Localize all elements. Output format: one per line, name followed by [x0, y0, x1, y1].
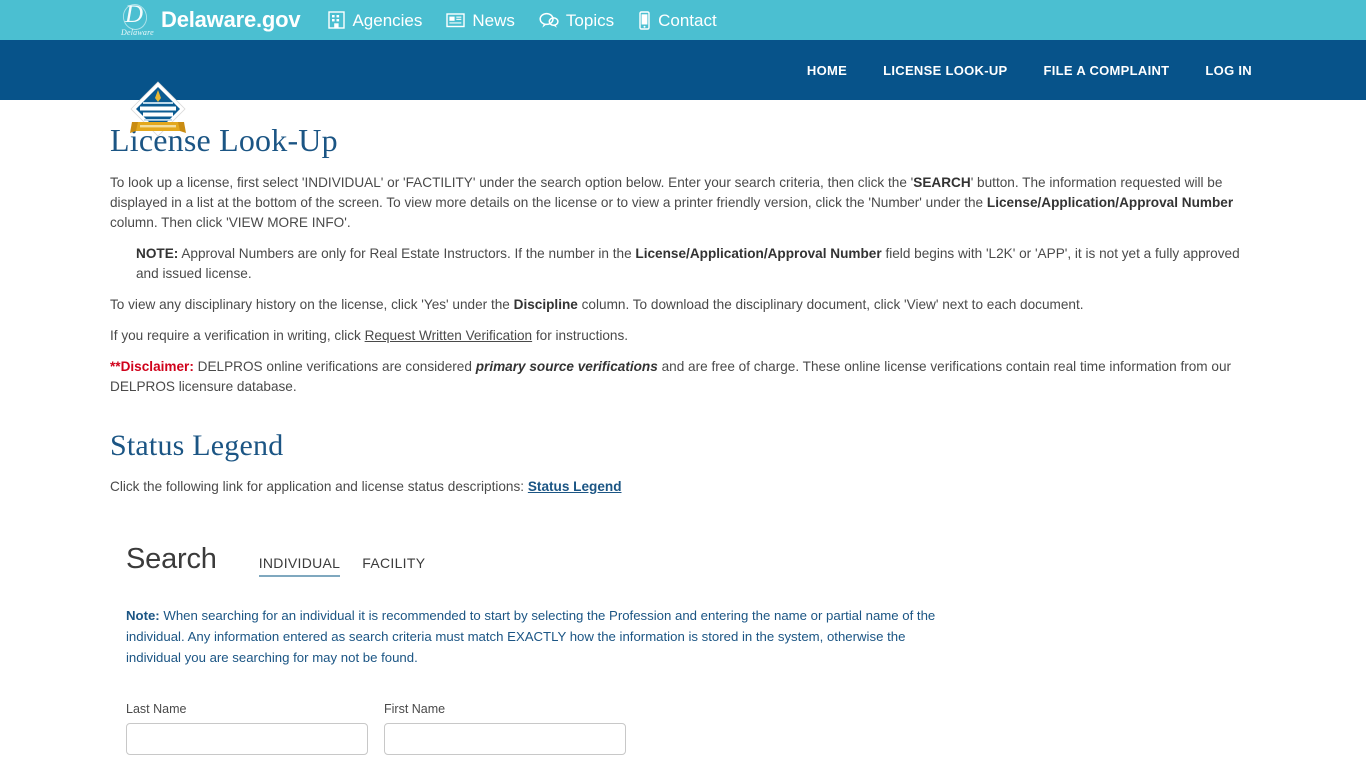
nav-item-log-in[interactable]: LOG IN [1205, 63, 1252, 78]
status-legend-paragraph: Click the following link for application… [110, 477, 1256, 497]
first-name-input[interactable] [384, 723, 626, 755]
page-title: License Look-Up [110, 122, 338, 158]
search-header: Search INDIVIDUAL FACILITY [126, 543, 1256, 577]
delaware-gov-topbar: D Delaware Delaware.gov Agencies News To… [0, 0, 1366, 40]
last-name-input[interactable] [126, 723, 368, 755]
newspaper-icon [446, 12, 466, 28]
search-heading: Search [126, 543, 217, 575]
delaware-gov-brand-link[interactable]: D Delaware Delaware.gov [120, 1, 301, 37]
topbar-link-agencies[interactable]: Agencies [328, 11, 422, 29]
topbar-link-topics-label: Topics [565, 10, 615, 30]
note-label: NOTE: [136, 246, 179, 261]
topbar-link-contact-label: Contact [658, 10, 717, 30]
note-paragraph: NOTE: Approval Numbers are only for Real… [136, 244, 1256, 284]
status-legend-title: Status Legend [110, 429, 284, 462]
verification-text-part1: If you require a verification in writing… [110, 328, 365, 343]
last-name-field-group: Last Name [126, 702, 368, 768]
topbar-link-news-label: News [472, 10, 515, 30]
status-legend-text: Click the following link for application… [110, 479, 528, 494]
request-written-verification-link[interactable]: Request Written Verification [365, 328, 533, 343]
disclaimer-italic-primary-source: primary source verifications [475, 359, 658, 374]
first-name-field-group: First Name [384, 702, 626, 768]
agency-nav-links: HOME LICENSE LOOK-UP FILE A COMPLAINT LO… [807, 63, 1366, 78]
intro-text-part3: column. Then click 'VIEW MORE INFO'. [110, 215, 351, 230]
intro-bold-search: SEARCH [913, 175, 971, 190]
note-text-part1: Approval Numbers are only for Real Estat… [178, 246, 636, 261]
tab-individual[interactable]: INDIVIDUAL [258, 555, 341, 577]
nav-item-file-a-complaint[interactable]: FILE A COMPLAINT [1044, 63, 1170, 78]
verification-text-part2: for instructions. [532, 328, 629, 343]
form-column-gap [368, 702, 384, 768]
division-of-professional-regulation-logo[interactable] [128, 81, 188, 138]
building-icon [328, 11, 346, 29]
discipline-text-part2: column. To download the disciplinary doc… [577, 297, 1084, 312]
discipline-bold-column: Discipline [513, 297, 578, 312]
disclaimer-paragraph: **Disclaimer: DELPROS online verificatio… [110, 357, 1256, 397]
verification-paragraph: If you require a verification in writing… [110, 326, 1256, 346]
topbar-link-contact[interactable]: Contact [638, 10, 717, 30]
tab-facility[interactable]: FACILITY [362, 555, 425, 575]
topbar-link-topics[interactable]: Topics [539, 12, 614, 29]
status-legend-link[interactable]: Status Legend [528, 479, 622, 494]
search-type-tabs: INDIVIDUAL FACILITY [258, 555, 448, 577]
agency-navbar: HOME LICENSE LOOK-UP FILE A COMPLAINT LO… [0, 40, 1366, 137]
topbar-link-news[interactable]: News [446, 12, 515, 29]
delaware-state-seal-icon: D Delaware [120, 1, 154, 37]
intro-paragraph: To look up a license, first select 'INDI… [110, 173, 1256, 233]
speech-bubbles-icon [539, 12, 559, 29]
intro-text-part1: To look up a license, first select 'INDI… [110, 175, 914, 190]
discipline-text-part1: To view any disciplinary history on the … [110, 297, 514, 312]
delaware-gov-nav: Agencies News Topics Contact [328, 10, 740, 30]
intro-bold-number-column: License/Application/Approval Number [986, 195, 1234, 210]
mobile-phone-icon [638, 10, 651, 30]
last-name-label: Last Name [126, 702, 187, 716]
delaware-seal-letter: D [125, 1, 144, 28]
delaware-gov-brand-label: Delaware.gov [161, 7, 301, 32]
search-form: Last Name First Name City State [126, 702, 1256, 768]
topbar-link-agencies-label: Agencies [352, 10, 423, 30]
page-content: License Look-Up To look up a license, fi… [0, 122, 1366, 768]
nav-item-license-look-up[interactable]: LICENSE LOOK-UP [883, 63, 1007, 78]
search-note-label: Note: [126, 608, 160, 623]
delaware-seal-subtext: Delaware [121, 28, 154, 37]
search-section: Search INDIVIDUAL FACILITY Note: When se… [110, 543, 1256, 768]
discipline-paragraph: To view any disciplinary history on the … [110, 295, 1256, 315]
disclaimer-text-part1: DELPROS online verifications are conside… [193, 359, 476, 374]
search-note-text: When searching for an individual it is r… [126, 608, 936, 665]
disclaimer-label: **Disclaimer: [110, 359, 194, 374]
note-bold-number-field: License/Application/Approval Number [635, 246, 882, 261]
first-name-label: First Name [384, 702, 446, 716]
nav-item-home[interactable]: HOME [807, 63, 847, 78]
search-note: Note: When searching for an individual i… [126, 605, 952, 668]
